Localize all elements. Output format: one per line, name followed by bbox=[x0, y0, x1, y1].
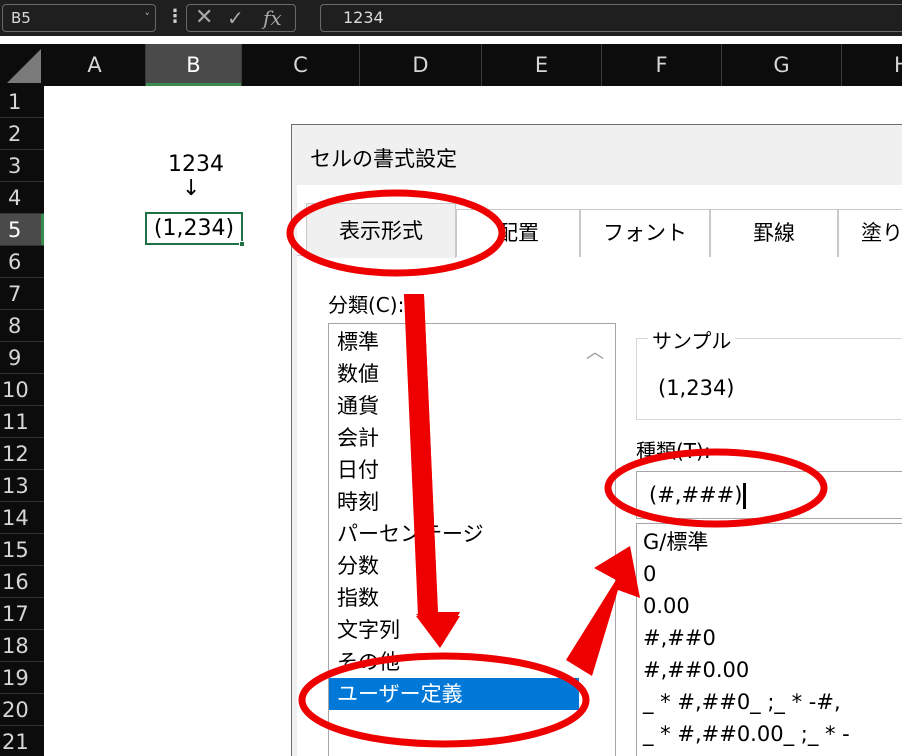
dialog-title: セルの書式設定 bbox=[310, 147, 457, 171]
row-header-selected[interactable]: 5 bbox=[0, 214, 44, 246]
format-item[interactable]: G/標準 bbox=[643, 526, 708, 558]
column-header-d[interactable]: D bbox=[360, 44, 482, 86]
check-icon[interactable]: ✓ bbox=[227, 5, 244, 31]
cell-b5-active[interactable]: (1,234) bbox=[145, 212, 245, 247]
formula-buttons: ✕ ✓ fx bbox=[186, 4, 296, 32]
row-header[interactable]: 11 bbox=[0, 406, 44, 438]
format-item[interactable]: 0 bbox=[643, 558, 656, 590]
excel-window: B5 ˅ ⋮ ✕ ✓ fx 1234 A B C D E F G H 1 2 3… bbox=[0, 0, 902, 756]
type-input[interactable]: (#,###) bbox=[636, 471, 902, 519]
format-list[interactable]: G/標準 0 0.00 #,##0 #,##0.00 _ * #,##0_ ;_… bbox=[636, 523, 902, 756]
category-item[interactable]: 分数 bbox=[329, 550, 579, 582]
category-item-selected[interactable]: ユーザー定義 bbox=[329, 678, 579, 710]
category-item[interactable]: 会計 bbox=[329, 422, 579, 454]
category-list[interactable]: 標準 数値 通貨 会計 日付 時刻 パーセンテージ 分数 指数 文字列 その他 … bbox=[328, 323, 616, 756]
tab-border[interactable]: 罫線 bbox=[710, 209, 838, 257]
row-header[interactable]: 21 bbox=[0, 726, 44, 756]
chevron-down-icon[interactable]: ˅ bbox=[145, 5, 151, 31]
row-header[interactable]: 2 bbox=[0, 118, 44, 150]
row-header[interactable]: 14 bbox=[0, 502, 44, 534]
scroll-up-icon[interactable]: ︿ bbox=[584, 338, 606, 363]
category-item[interactable]: 通貨 bbox=[329, 390, 579, 422]
category-item[interactable]: 標準 bbox=[329, 326, 579, 358]
formula-input[interactable]: 1234 bbox=[320, 4, 902, 32]
row-header[interactable]: 8 bbox=[0, 310, 44, 342]
sample-label: サンプル bbox=[648, 325, 736, 354]
name-box-value: B5 bbox=[11, 9, 31, 27]
tab-fill[interactable]: 塗りつ bbox=[838, 209, 902, 257]
category-item[interactable]: 時刻 bbox=[329, 486, 579, 518]
category-item[interactable]: 文字列 bbox=[329, 614, 579, 646]
sample-value: (1,234) bbox=[658, 376, 735, 400]
category-item[interactable]: 指数 bbox=[329, 582, 579, 614]
category-item[interactable]: 日付 bbox=[329, 454, 579, 486]
row-header[interactable]: 9 bbox=[0, 342, 44, 374]
row-header[interactable]: 20 bbox=[0, 694, 44, 726]
category-item[interactable]: その他 bbox=[329, 646, 579, 678]
insert-function-icon[interactable]: fx bbox=[263, 5, 282, 31]
row-header[interactable]: 19 bbox=[0, 662, 44, 694]
name-box[interactable]: B5 ˅ bbox=[2, 4, 156, 32]
more-options-icon[interactable]: ⋮ bbox=[166, 5, 184, 29]
category-label: 分類(C): bbox=[328, 293, 405, 317]
cancel-icon[interactable]: ✕ bbox=[195, 5, 213, 31]
column-header-h[interactable]: H bbox=[842, 44, 902, 86]
row-header[interactable]: 7 bbox=[0, 278, 44, 310]
fill-handle[interactable] bbox=[239, 241, 245, 247]
row-header[interactable]: 6 bbox=[0, 246, 44, 278]
column-header-a[interactable]: A bbox=[44, 44, 146, 86]
row-header[interactable]: 12 bbox=[0, 438, 44, 470]
column-headers: A B C D E F G H bbox=[0, 44, 902, 86]
tab-alignment[interactable]: 配置 bbox=[456, 209, 580, 257]
category-item[interactable]: 数値 bbox=[329, 358, 579, 390]
format-item[interactable]: 0.00 bbox=[643, 590, 690, 622]
row-header[interactable]: 10 bbox=[0, 374, 44, 406]
column-header-c[interactable]: C bbox=[242, 44, 360, 86]
tab-font[interactable]: フォント bbox=[580, 209, 710, 257]
row-header[interactable]: 17 bbox=[0, 598, 44, 630]
row-header[interactable]: 3 bbox=[0, 150, 44, 182]
column-header-b[interactable]: B bbox=[146, 44, 242, 86]
tab-number[interactable]: 表示形式 bbox=[306, 203, 456, 258]
down-arrow-icon: ↓ bbox=[182, 176, 201, 201]
row-headers: 1 2 3 4 5 6 7 8 9 10 11 12 13 14 15 16 1… bbox=[0, 86, 44, 756]
format-item[interactable]: _ * #,##0_ ;_ * -#, bbox=[643, 686, 841, 718]
format-item[interactable]: _ * #,##0.00_ ;_ * - bbox=[643, 718, 850, 750]
row-header[interactable]: 13 bbox=[0, 470, 44, 502]
type-label: 種類(T): bbox=[636, 439, 711, 463]
format-cells-dialog: セルの書式設定 表示形式 配置 フォント 罫線 塗りつ 分類(C): 標準 数値… bbox=[291, 124, 902, 756]
row-header[interactable]: 4 bbox=[0, 182, 44, 214]
category-item[interactable]: パーセンテージ bbox=[329, 518, 579, 550]
cell-b3[interactable]: 1234 bbox=[150, 152, 242, 177]
text-caret bbox=[743, 483, 747, 509]
row-header[interactable]: 1 bbox=[0, 86, 44, 118]
type-input-value: (#,###) bbox=[649, 483, 743, 507]
format-item[interactable]: #,##0 bbox=[643, 622, 716, 654]
select-all-button[interactable] bbox=[0, 44, 44, 86]
formula-bar: B5 ˅ ⋮ ✕ ✓ fx 1234 bbox=[0, 0, 902, 36]
row-header[interactable]: 16 bbox=[0, 566, 44, 598]
column-header-g[interactable]: G bbox=[722, 44, 842, 86]
row-header[interactable]: 18 bbox=[0, 630, 44, 662]
select-all-icon bbox=[7, 49, 41, 83]
column-header-f[interactable]: F bbox=[602, 44, 722, 86]
column-header-e[interactable]: E bbox=[482, 44, 602, 86]
format-item[interactable]: #,##0.00 bbox=[643, 654, 749, 686]
cell-b5-value: (1,234) bbox=[153, 216, 235, 241]
row-header[interactable]: 15 bbox=[0, 534, 44, 566]
